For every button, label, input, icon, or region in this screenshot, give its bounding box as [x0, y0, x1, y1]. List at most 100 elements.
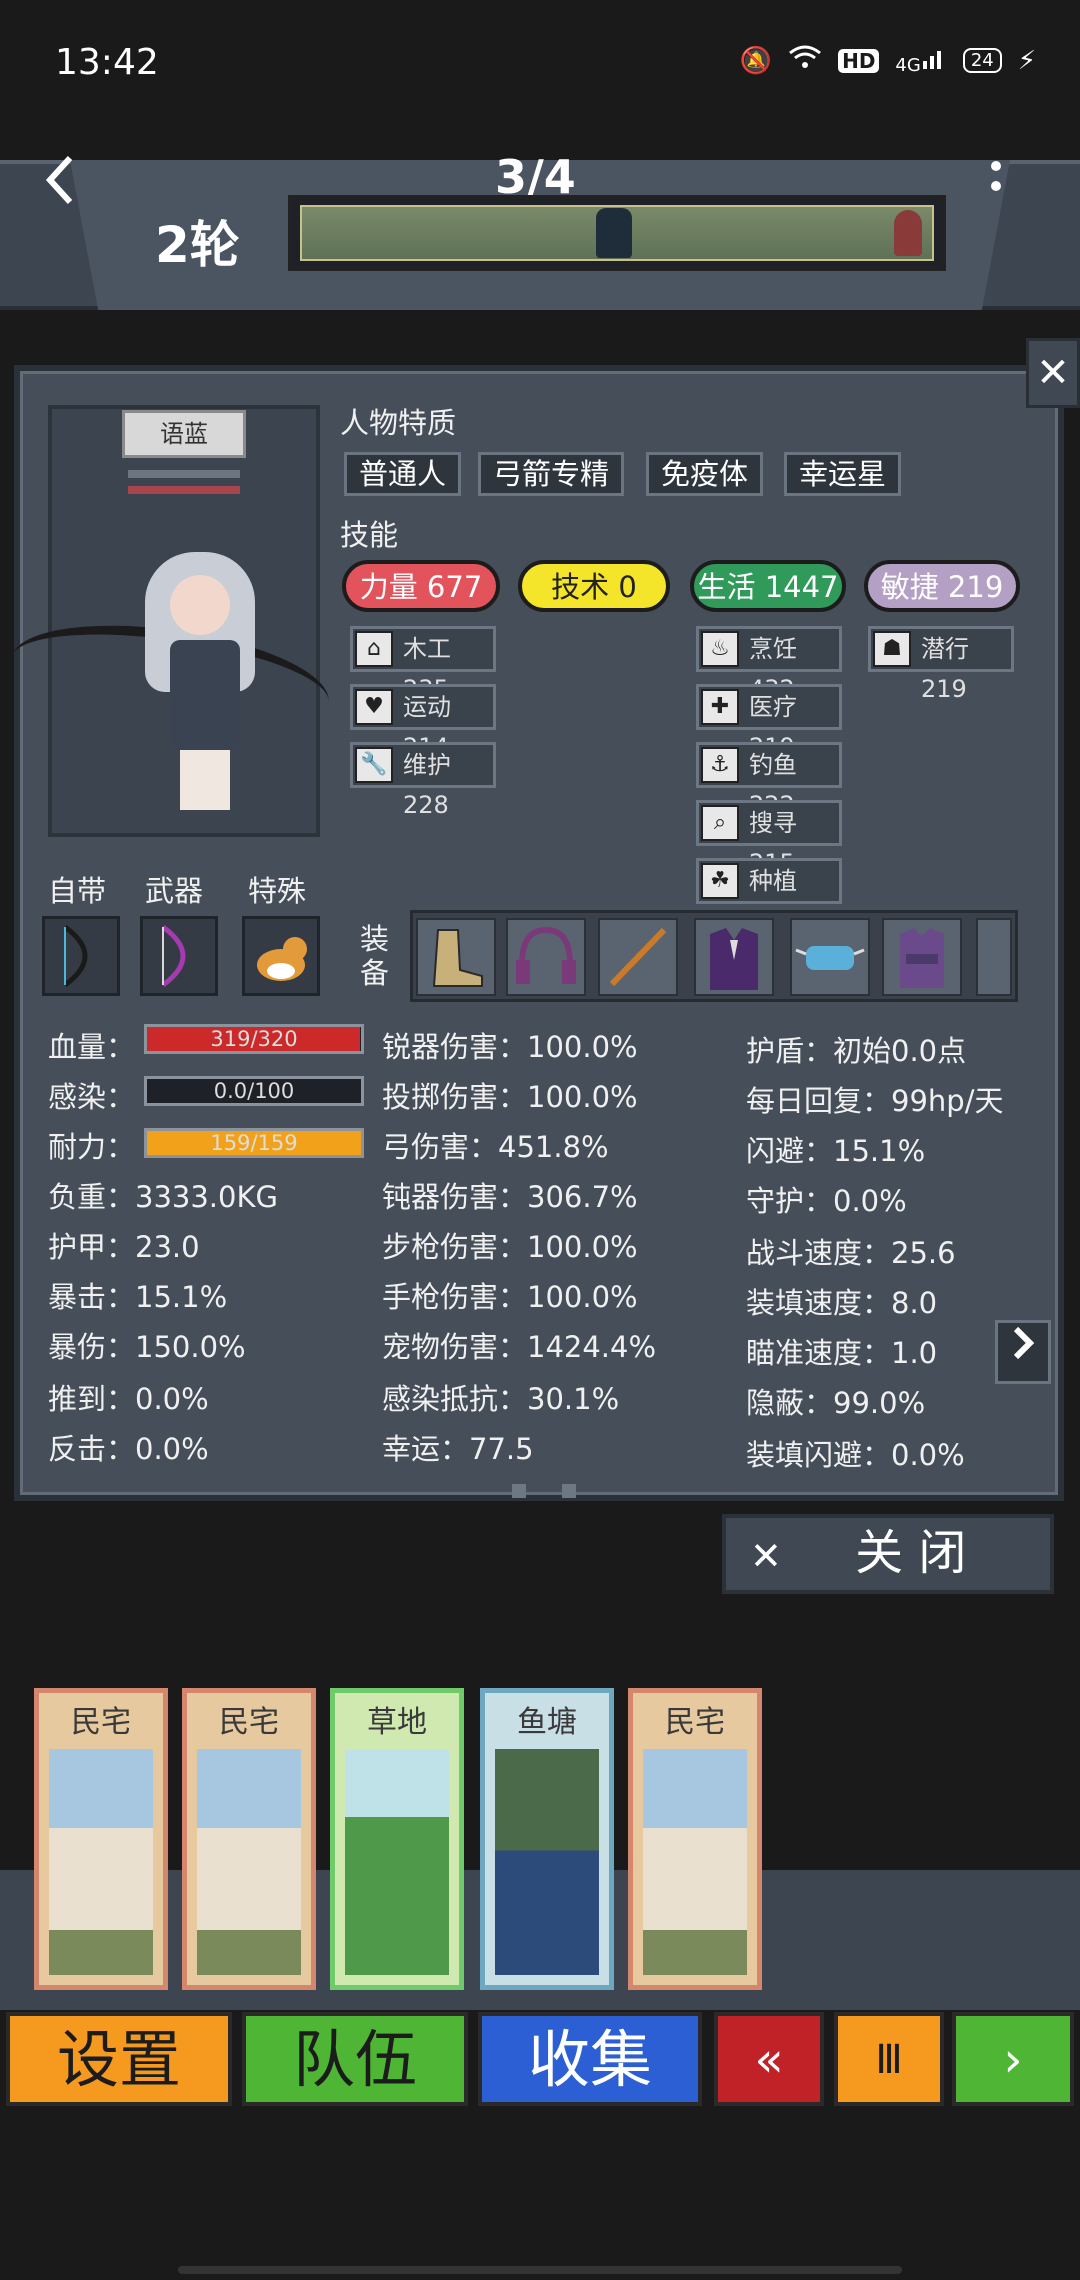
stat-push: 推到：0.0%: [48, 1382, 209, 1416]
stamina-label: 耐力：: [48, 1130, 136, 1164]
stamina-text: 159/159: [210, 1131, 298, 1155]
character-legs: [180, 750, 230, 810]
stat-reload-speed: 装填速度：8.0: [746, 1286, 938, 1320]
location-card[interactable]: 草地: [330, 1688, 464, 1990]
settings-button[interactable]: 设置: [6, 2012, 232, 2106]
pond-image: [495, 1749, 599, 1975]
sub-skill-sneak[interactable]: ☗ 潜行 219: [868, 626, 1014, 703]
page-dot: [562, 1484, 576, 1498]
target-marker-icon: [894, 210, 922, 256]
character-face: [170, 575, 230, 635]
suit-icon[interactable]: [694, 918, 774, 996]
stat-counter: 反击：0.0%: [48, 1432, 209, 1466]
card-title: 民宅: [665, 1705, 725, 1740]
wifi-icon: [788, 44, 822, 77]
card-title: 鱼塘: [517, 1705, 577, 1740]
pause-button[interactable]: Ⅲ: [834, 2012, 944, 2106]
play-button[interactable]: ›: [952, 2012, 1074, 2106]
hd-icon: HD: [838, 48, 880, 73]
medkit-icon: ✚: [701, 689, 739, 725]
character-body: [170, 640, 240, 750]
slot-innate[interactable]: [42, 916, 120, 996]
sub-skill-planting[interactable]: ☘种植 228: [696, 858, 842, 935]
location-card[interactable]: 民宅: [628, 1688, 762, 1990]
panel-close-button[interactable]: ✕: [1026, 338, 1080, 408]
hp-label: 血量：: [48, 1030, 136, 1064]
sub-skill-sports[interactable]: ♥运动 214: [350, 684, 496, 761]
stat-stealth: 隐蔽：99.0%: [746, 1386, 926, 1420]
sub-skill-searching[interactable]: ⌕搜寻 215: [696, 800, 842, 877]
more-menu-button[interactable]: [986, 152, 1016, 212]
rewind-button[interactable]: «: [714, 2012, 824, 2106]
round-counter: 2轮: [155, 216, 240, 274]
trait-chip[interactable]: 弓箭专精: [478, 452, 625, 496]
stat-armor: 护甲：23.0: [48, 1230, 200, 1264]
close-button[interactable]: ✕ 关 闭: [722, 1514, 1054, 1594]
stat-bow-damage: 弓伤害：451.8%: [382, 1130, 609, 1164]
staff-icon[interactable]: [598, 918, 678, 996]
slot-label-special: 特殊: [248, 874, 307, 908]
team-button[interactable]: 队伍: [242, 2012, 468, 2106]
next-page-button[interactable]: [995, 1320, 1051, 1384]
stat-reload-dodge: 装填闪避：0.0%: [746, 1438, 965, 1472]
sub-skill-fishing[interactable]: ⚓钓鱼 222: [696, 742, 842, 819]
stamina-bar: 159/159: [144, 1128, 364, 1158]
character-name: 语蓝: [122, 410, 246, 458]
stat-pet-damage: 宠物伤害：1424.4%: [382, 1330, 657, 1364]
boots-icon[interactable]: [416, 918, 496, 996]
grassland-image: [345, 1749, 449, 1975]
stat-daily-regen: 每日回复：99hp/天: [746, 1084, 1004, 1118]
collect-button[interactable]: 收集: [478, 2012, 702, 2106]
sub-skill-medical[interactable]: ✚医疗 219: [696, 684, 842, 761]
stat-shield: 护盾：初始0.0点: [746, 1034, 967, 1068]
slot-special[interactable]: [242, 916, 320, 996]
headphones-icon[interactable]: [506, 918, 586, 996]
location-card[interactable]: 民宅: [34, 1688, 168, 1990]
infection-label: 感染：: [48, 1080, 136, 1114]
magnifier-icon: ⌕: [701, 805, 739, 841]
vest-icon[interactable]: [882, 918, 962, 996]
equipment-overflow-item[interactable]: [976, 918, 1012, 996]
equip-label: 装备: [360, 922, 390, 990]
back-button[interactable]: [40, 150, 90, 210]
bow-icon: [161, 924, 186, 988]
stat-throw-damage: 投掷伤害：100.0%: [382, 1080, 638, 1114]
plant-icon: ☘: [701, 863, 739, 899]
infection-bar: 0.0/100: [144, 1076, 364, 1106]
traits-title: 人物特质: [340, 406, 457, 440]
skill-life[interactable]: 生活 1447: [690, 560, 846, 612]
slot-label-innate: 自带: [48, 874, 107, 908]
mask-icon[interactable]: [790, 918, 870, 996]
location-card[interactable]: 鱼塘: [480, 1688, 614, 1990]
signal-icon: 4G: [895, 45, 946, 76]
close-label: 关 闭: [855, 1525, 967, 1581]
trait-chip[interactable]: 幸运星: [784, 452, 902, 496]
slot-weapon[interactable]: [140, 916, 218, 996]
trait-chip[interactable]: 普通人: [344, 452, 462, 496]
sub-skill-maintenance[interactable]: 🔧 维护 228: [350, 742, 496, 819]
slot-label-weapon: 武器: [145, 874, 204, 908]
infection-text: 0.0/100: [213, 1079, 295, 1103]
house-image: [643, 1749, 747, 1975]
stat-dodge: 闪避：15.1%: [746, 1134, 926, 1168]
card-title: 民宅: [219, 1705, 279, 1740]
house-image: [197, 1749, 301, 1975]
heart-icon: ♥: [355, 689, 393, 725]
sub-skill-carpentry[interactable]: ⌂木工 235: [350, 626, 496, 703]
skill-technique[interactable]: 技术 0: [518, 560, 670, 612]
charging-icon: ⚡: [1017, 45, 1036, 76]
wrench-icon: 🔧: [355, 747, 393, 783]
stat-rifle-damage: 步枪伤害：100.0%: [382, 1230, 638, 1264]
stat-weight: 负重：3333.0KG: [48, 1180, 278, 1214]
card-title: 草地: [367, 1705, 427, 1740]
status-time: 13:42: [55, 42, 159, 83]
trait-chip[interactable]: 免疫体: [646, 452, 764, 496]
sneak-icon: ☗: [873, 631, 911, 667]
skill-agility[interactable]: 敏捷 219: [864, 560, 1020, 612]
player-marker-icon: [596, 208, 632, 258]
skill-strength[interactable]: 力量 677: [342, 560, 500, 612]
location-card[interactable]: 民宅: [182, 1688, 316, 1990]
sub-skill-cooking[interactable]: ♨烹饪 432: [696, 626, 842, 703]
chevron-left-icon: [45, 155, 73, 205]
home-indicator[interactable]: [178, 2266, 902, 2274]
